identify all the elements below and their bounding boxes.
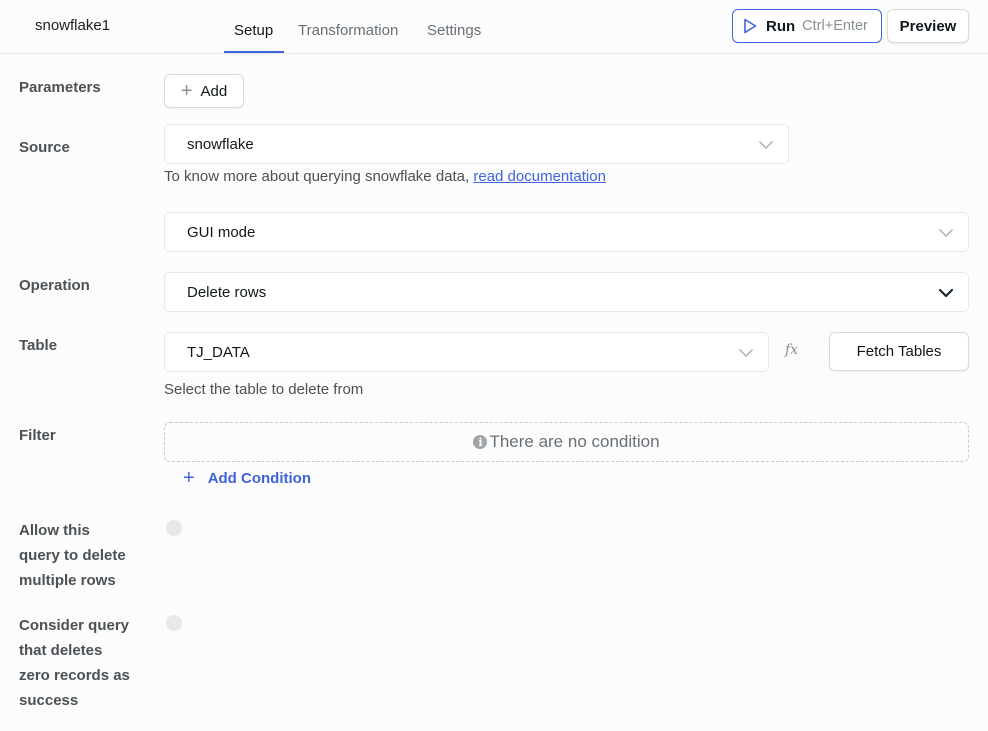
fx-toggle-icon[interactable]: fx bbox=[785, 342, 798, 358]
mode-value: GUI mode bbox=[187, 223, 256, 241]
mode-select[interactable]: GUI mode bbox=[164, 212, 969, 252]
table-hint: Select the table to delete from bbox=[164, 381, 364, 398]
info-icon: i bbox=[473, 435, 488, 449]
tab-settings[interactable]: Settings bbox=[427, 22, 481, 39]
source-select[interactable]: snowflake bbox=[164, 124, 789, 164]
run-button[interactable]: Run Ctrl+Enter bbox=[732, 9, 882, 43]
chevron-down-icon bbox=[759, 141, 773, 149]
plus-icon: + bbox=[180, 80, 193, 102]
play-icon bbox=[744, 18, 757, 34]
read-documentation-link[interactable]: read documentation bbox=[473, 168, 606, 185]
add-condition-label: Add Condition bbox=[207, 469, 311, 487]
filter-label: Filter bbox=[19, 427, 56, 444]
query-name[interactable]: snowflake1 bbox=[35, 17, 110, 34]
allow-multiple-label-line: multiple rows bbox=[19, 572, 116, 589]
tab-transformation[interactable]: Transformation bbox=[298, 22, 398, 39]
parameters-label: Parameters bbox=[19, 79, 101, 96]
preview-button[interactable]: Preview bbox=[887, 9, 969, 43]
query-header: snowflake1 Setup Transformation Settings… bbox=[0, 0, 988, 54]
filter-empty-state: i There are no condition bbox=[164, 422, 969, 462]
operation-select[interactable]: Delete rows bbox=[164, 272, 969, 312]
source-value: snowflake bbox=[187, 135, 254, 153]
allow-multiple-label: Allow this query to delete multiple rows bbox=[19, 518, 126, 593]
add-parameter-button[interactable]: + Add bbox=[164, 74, 244, 108]
zero-success-label-line: zero records as bbox=[19, 667, 130, 684]
chevron-down-icon bbox=[939, 229, 953, 237]
filter-empty-text: There are no condition bbox=[489, 432, 660, 451]
zero-success-label: Consider query that deletes zero records… bbox=[19, 613, 130, 713]
tab-setup[interactable]: Setup bbox=[234, 22, 273, 39]
chevron-down-icon bbox=[938, 288, 954, 298]
plus-icon: + bbox=[183, 467, 195, 489]
source-hint-text: To know more about querying snowflake da… bbox=[164, 168, 474, 185]
table-select[interactable]: TJ_DATA bbox=[164, 332, 769, 372]
allow-multiple-label-line: Allow this bbox=[19, 522, 90, 539]
add-condition-button[interactable]: + Add Condition bbox=[183, 468, 311, 488]
zero-success-label-line: success bbox=[19, 692, 79, 709]
zero-success-label-line: that deletes bbox=[19, 642, 103, 659]
allow-multiple-toggle[interactable] bbox=[166, 520, 182, 536]
source-hint: To know more about querying snowflake da… bbox=[164, 168, 606, 185]
chevron-down-icon bbox=[739, 349, 753, 357]
fetch-tables-button[interactable]: Fetch Tables bbox=[829, 332, 969, 371]
zero-success-toggle[interactable] bbox=[166, 615, 182, 631]
operation-value: Delete rows bbox=[187, 283, 267, 301]
operation-label: Operation bbox=[19, 277, 90, 294]
table-value: TJ_DATA bbox=[187, 343, 250, 361]
zero-success-label-line: Consider query bbox=[19, 617, 130, 634]
active-tab-indicator bbox=[224, 51, 284, 53]
run-label: Run bbox=[766, 17, 796, 35]
table-label: Table bbox=[19, 337, 58, 354]
source-label: Source bbox=[19, 139, 70, 156]
run-shortcut: Ctrl+Enter bbox=[802, 18, 868, 34]
add-parameter-label: Add bbox=[200, 82, 228, 100]
allow-multiple-label-line: query to delete bbox=[19, 547, 126, 564]
